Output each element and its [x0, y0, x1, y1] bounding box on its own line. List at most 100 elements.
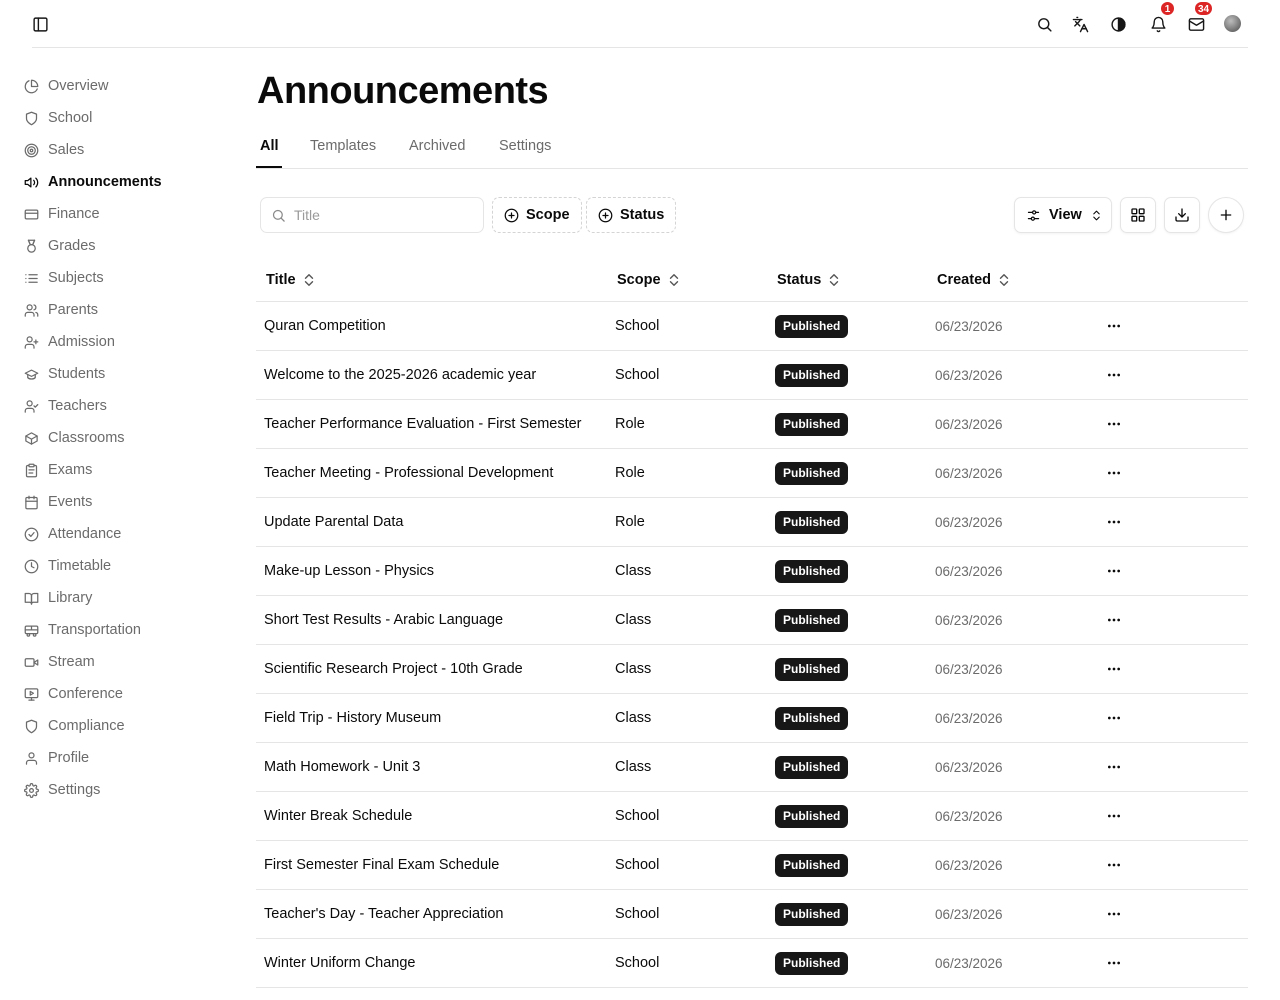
- row-title[interactable]: Teacher's Day - Teacher Appreciation: [264, 906, 503, 922]
- row-actions-button[interactable]: [1102, 706, 1126, 730]
- row-actions-button[interactable]: [1102, 412, 1126, 436]
- column-header-status[interactable]: Status: [777, 272, 840, 288]
- row-actions-button[interactable]: [1102, 657, 1126, 681]
- row-title[interactable]: Field Trip - History Museum: [264, 710, 441, 726]
- sidebar-item-parents[interactable]: Parents: [24, 294, 224, 326]
- row-actions-button[interactable]: [1102, 853, 1126, 877]
- row-actions-button[interactable]: [1102, 951, 1126, 975]
- table-row[interactable]: Field Trip - History Museum Class Publis…: [256, 694, 1248, 743]
- sidebar-item-settings[interactable]: Settings: [24, 774, 224, 806]
- row-title[interactable]: First Semester Final Exam Schedule: [264, 857, 499, 873]
- sidebar-item-attendance[interactable]: Attendance: [24, 518, 224, 550]
- sidebar-item-label: Transportation: [48, 622, 141, 638]
- row-title[interactable]: Winter Uniform Change: [264, 955, 416, 971]
- sidebar-item-events[interactable]: Events: [24, 486, 224, 518]
- row-actions-button[interactable]: [1102, 363, 1126, 387]
- column-header-created[interactable]: Created: [937, 272, 1010, 288]
- sidebar-item-admission[interactable]: Admission: [24, 326, 224, 358]
- table-row[interactable]: Teacher Performance Evaluation - First S…: [256, 400, 1248, 449]
- download-icon: [1175, 208, 1189, 222]
- sidebar-item-label: Conference: [48, 686, 123, 702]
- more-horizontal-icon: [1108, 471, 1120, 475]
- sidebar-item-students[interactable]: Students: [24, 358, 224, 390]
- row-actions-button[interactable]: [1102, 804, 1126, 828]
- view-options-button[interactable]: View: [1014, 197, 1112, 233]
- tab-all[interactable]: All: [260, 138, 279, 154]
- sliders-icon: [1027, 209, 1040, 221]
- row-title[interactable]: Math Homework - Unit 3: [264, 759, 420, 775]
- export-button[interactable]: [1164, 197, 1200, 233]
- row-title[interactable]: Teacher Performance Evaluation - First S…: [264, 416, 582, 432]
- notifications-button[interactable]: 1: [1144, 1, 1175, 38]
- sidebar-item-sales[interactable]: Sales: [24, 134, 224, 166]
- sidebar-item-compliance[interactable]: Compliance: [24, 710, 224, 742]
- row-title[interactable]: Make-up Lesson - Physics: [264, 563, 434, 579]
- row-title[interactable]: Teacher Meeting - Professional Developme…: [264, 465, 553, 481]
- sidebar-item-conference[interactable]: Conference: [24, 678, 224, 710]
- table-row[interactable]: Math Homework - Unit 3 Class Published 0…: [256, 743, 1248, 792]
- scope-filter-button[interactable]: Scope: [492, 197, 582, 233]
- sidebar-item-transportation[interactable]: Transportation: [24, 614, 224, 646]
- column-header-label: Title: [266, 272, 296, 288]
- language-button[interactable]: [1066, 10, 1094, 38]
- column-header-scope[interactable]: Scope: [617, 272, 680, 288]
- row-actions-button[interactable]: [1102, 314, 1126, 338]
- sidebar-item-classrooms[interactable]: Classrooms: [24, 422, 224, 454]
- column-header-title[interactable]: Title: [266, 272, 315, 288]
- sidebar-item-finance[interactable]: Finance: [24, 198, 224, 230]
- sidebar-item-exams[interactable]: Exams: [24, 454, 224, 486]
- table-row[interactable]: First Semester Final Exam Schedule Schoo…: [256, 841, 1248, 890]
- tab-archived[interactable]: Archived: [409, 138, 465, 154]
- messages-button[interactable]: 34: [1182, 1, 1214, 38]
- sidebar-item-label: Grades: [48, 238, 96, 254]
- sidebar-item-overview[interactable]: Overview: [24, 70, 224, 102]
- title-search-input[interactable]: [294, 207, 474, 223]
- sort-icon: [304, 274, 313, 286]
- add-announcement-button[interactable]: [1208, 197, 1244, 233]
- table-row[interactable]: Welcome to the 2025-2026 academic year S…: [256, 351, 1248, 400]
- row-title[interactable]: Winter Break Schedule: [264, 808, 412, 824]
- sidebar-item-subjects[interactable]: Subjects: [24, 262, 224, 294]
- sidebar-item-library[interactable]: Library: [24, 582, 224, 614]
- tab-templates[interactable]: Templates: [310, 138, 376, 154]
- table-row[interactable]: Update Parental Data Role Published 06/2…: [256, 498, 1248, 547]
- theme-toggle-button[interactable]: [1104, 10, 1132, 38]
- table-row[interactable]: Teacher Meeting - Professional Developme…: [256, 449, 1248, 498]
- column-header-label: Status: [777, 272, 822, 288]
- row-title[interactable]: Scientific Research Project - 10th Grade: [264, 661, 523, 677]
- row-actions-button[interactable]: [1102, 559, 1126, 583]
- grid-view-button[interactable]: [1120, 197, 1156, 233]
- sidebar-toggle-button[interactable]: [26, 10, 54, 38]
- plus-circle-icon: [504, 208, 519, 222]
- sidebar-item-label: Exams: [48, 462, 93, 478]
- row-title[interactable]: Quran Competition: [264, 318, 386, 334]
- sidebar-item-teachers[interactable]: Teachers: [24, 390, 224, 422]
- row-actions-button[interactable]: [1102, 902, 1126, 926]
- table-row[interactable]: Winter Break Schedule School Published 0…: [256, 792, 1248, 841]
- row-actions-button[interactable]: [1102, 755, 1126, 779]
- sidebar-item-announcements[interactable]: Announcements: [24, 166, 224, 198]
- row-actions-button[interactable]: [1102, 510, 1126, 534]
- contrast-icon: [1110, 16, 1126, 32]
- table-row[interactable]: Scientific Research Project - 10th Grade…: [256, 645, 1248, 694]
- row-actions-button[interactable]: [1102, 608, 1126, 632]
- tab-settings[interactable]: Settings: [499, 138, 551, 154]
- sidebar-item-school[interactable]: School: [24, 102, 224, 134]
- table-row[interactable]: Make-up Lesson - Physics Class Published…: [256, 547, 1248, 596]
- table-header: Title Scope Status Created: [256, 260, 1248, 302]
- row-title[interactable]: Welcome to the 2025-2026 academic year: [264, 367, 536, 383]
- search-button[interactable]: [1030, 10, 1058, 38]
- table-row[interactable]: Teacher's Day - Teacher Appreciation Sch…: [256, 890, 1248, 939]
- row-title[interactable]: Short Test Results - Arabic Language: [264, 612, 503, 628]
- status-filter-button[interactable]: Status: [586, 197, 677, 233]
- row-actions-button[interactable]: [1102, 461, 1126, 485]
- sidebar-item-timetable[interactable]: Timetable: [24, 550, 224, 582]
- sidebar-item-profile[interactable]: Profile: [24, 742, 224, 774]
- user-avatar[interactable]: [1224, 15, 1241, 32]
- table-row[interactable]: Winter Uniform Change School Published 0…: [256, 939, 1248, 988]
- sidebar-item-grades[interactable]: Grades: [24, 230, 224, 262]
- row-title[interactable]: Update Parental Data: [264, 514, 403, 530]
- table-row[interactable]: Quran Competition School Published 06/23…: [256, 302, 1248, 351]
- table-row[interactable]: Short Test Results - Arabic Language Cla…: [256, 596, 1248, 645]
- sidebar-item-stream[interactable]: Stream: [24, 646, 224, 678]
